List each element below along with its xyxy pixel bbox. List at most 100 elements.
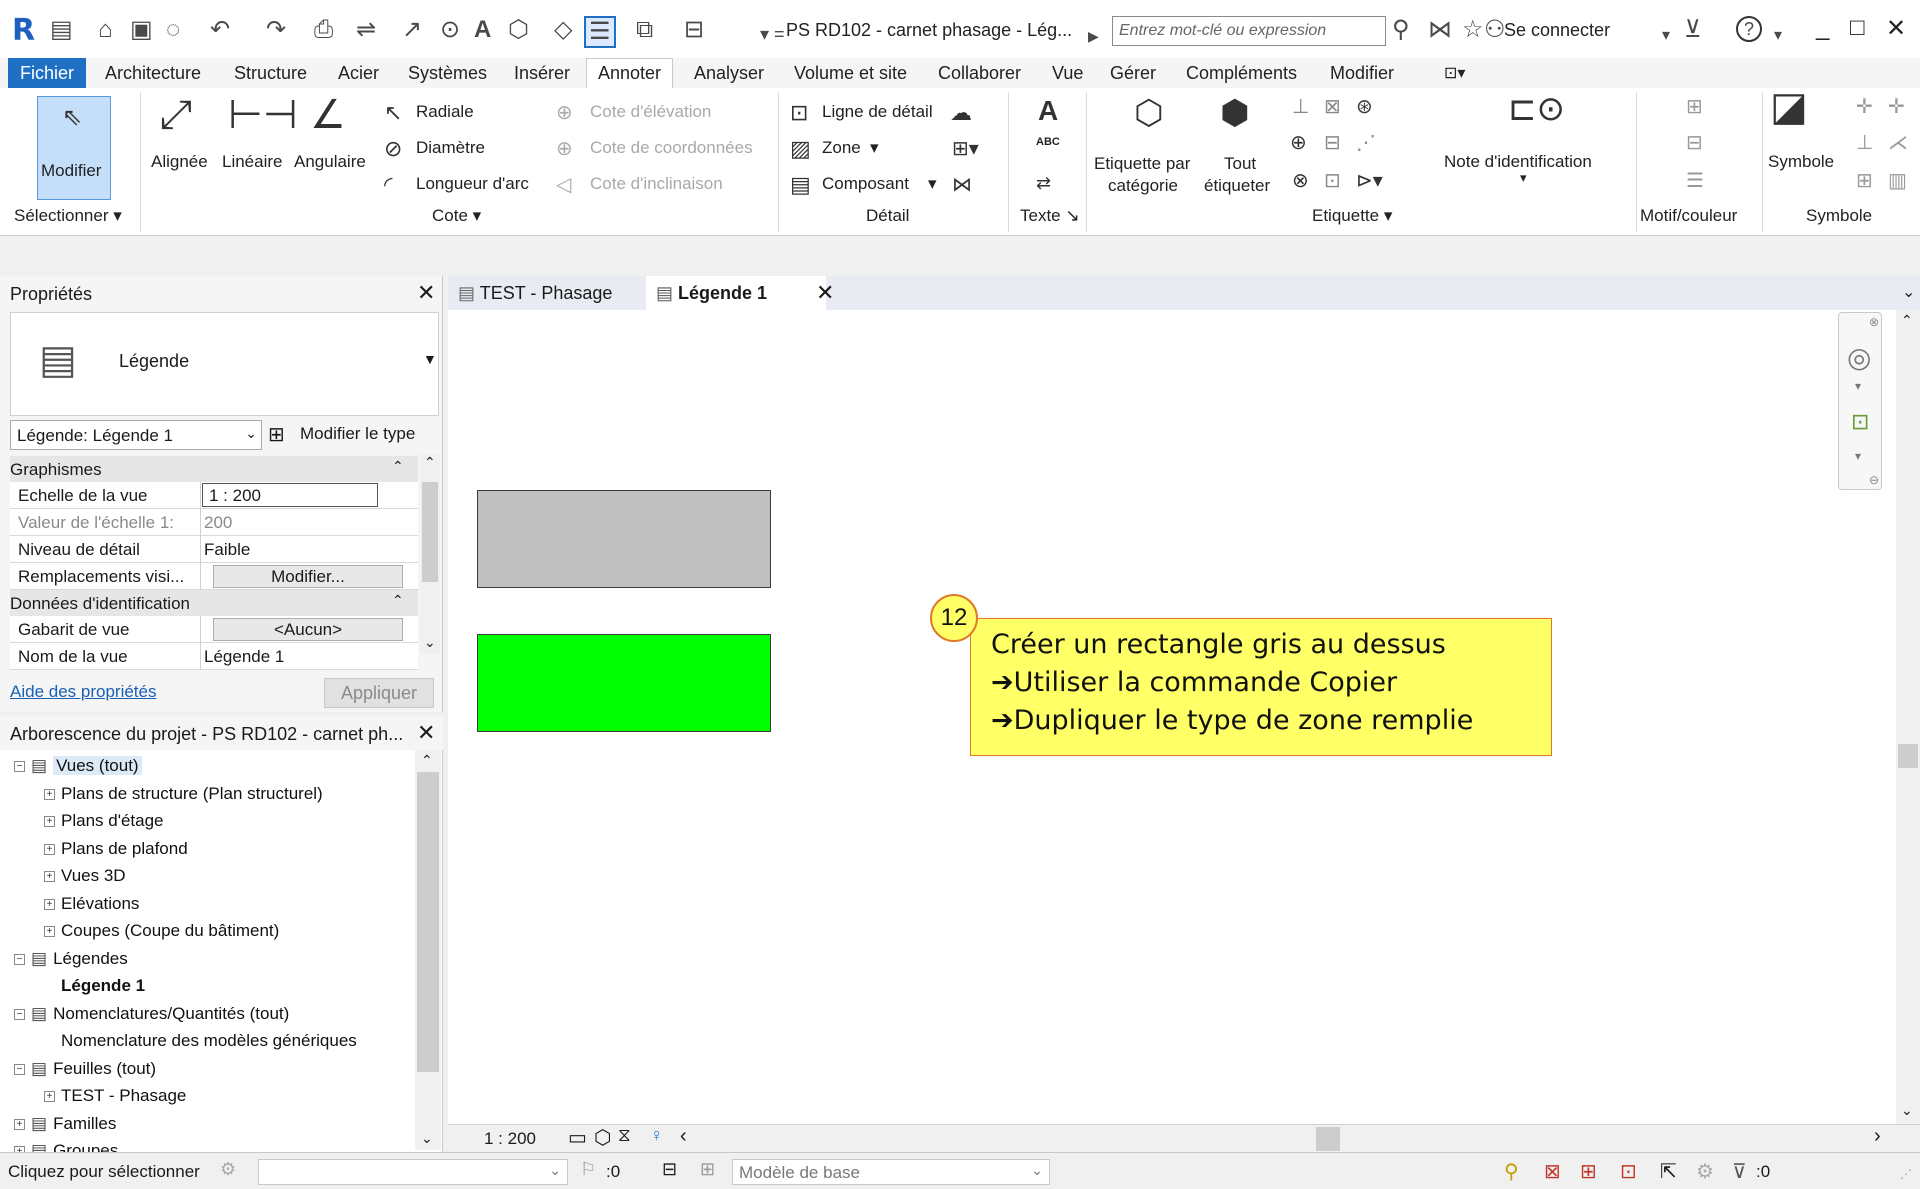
view-scale-input[interactable]: 1 : 200	[202, 483, 378, 507]
scroll-down-icon[interactable]: ⌄	[421, 1130, 433, 1147]
chevron-down-icon[interactable]: ▾	[1855, 449, 1861, 463]
section-icon[interactable]: ◇	[554, 16, 572, 44]
open-icon[interactable]: ⌂	[98, 16, 113, 44]
horizontal-scrollbar-thumb[interactable]	[1316, 1127, 1340, 1151]
tab-collaborer[interactable]: Collaborer	[930, 61, 1029, 86]
expand-icon[interactable]: +	[44, 926, 55, 938]
canvas-vertical-scrollbar[interactable]: ⌃ ⌄	[1896, 310, 1920, 1124]
undo-icon[interactable]: ↶	[210, 16, 230, 44]
main-model-icon[interactable]: ⊞	[700, 1159, 715, 1180]
scroll-down-icon[interactable]: ⌄	[424, 634, 436, 651]
expand-icon[interactable]: +	[14, 1118, 25, 1130]
scroll-up-icon[interactable]: ⌃	[424, 454, 436, 471]
space-tag-icon[interactable]: ⊗	[1292, 168, 1309, 194]
tab-vue[interactable]: Vue	[1044, 61, 1091, 86]
tag-by-category-label-1[interactable]: Etiquette par	[1094, 154, 1190, 174]
tab-complements[interactable]: Compléments	[1178, 61, 1305, 86]
tag-all-icon[interactable]: ⬢	[1220, 96, 1250, 130]
tag-all-label-2[interactable]: étiqueter	[1204, 176, 1270, 196]
resize-grip-icon[interactable]: ⋰	[1900, 1167, 1912, 1181]
tree-item[interactable]: Nomenclature des modèles génériques	[44, 1031, 357, 1051]
spot-slope-icon[interactable]: ◁	[556, 172, 571, 198]
aligned-dimension-icon[interactable]: ⤢	[160, 95, 192, 135]
workset-selector[interactable]: ⌄	[258, 1159, 568, 1185]
tab-volume-et-site[interactable]: Volume et site	[786, 61, 915, 86]
text-icon[interactable]: A	[474, 16, 491, 44]
arc-length-icon[interactable]: ◜	[384, 172, 393, 198]
editable-only-icon[interactable]: ⚐	[580, 1159, 596, 1180]
spot-slope-button[interactable]: Cote d'inclinaison	[590, 174, 723, 194]
scroll-down-icon[interactable]: ⌄	[1901, 1102, 1913, 1119]
beam-tag-icon[interactable]: ⊥	[1292, 94, 1309, 120]
component-button[interactable]: Composant	[822, 174, 909, 194]
communication-icon[interactable]: ⋈	[1428, 16, 1452, 44]
path-reinforcement-icon[interactable]: ⊞	[1856, 168, 1873, 194]
collapse-icon[interactable]: −	[14, 761, 25, 773]
expand-icon[interactable]: +	[44, 898, 55, 910]
symbol-icon[interactable]: ◪	[1770, 87, 1808, 127]
expand-icon[interactable]: +	[44, 843, 55, 855]
favorites-icon[interactable]: ☆	[1462, 16, 1484, 44]
expand-icon[interactable]: +	[44, 871, 55, 883]
select-underlay-icon[interactable]: ⊠	[1544, 1159, 1561, 1184]
help-icon[interactable]: ?	[1736, 16, 1762, 42]
zoom-icon[interactable]: ⊡	[1851, 409, 1869, 435]
tree-item[interactable]: + ▤ Familles	[14, 1114, 116, 1134]
measure-icon[interactable]: ⇌	[356, 16, 376, 44]
view-template-button[interactable]: <Aucun>	[213, 618, 403, 641]
browser-scrollbar[interactable]: ⌃ ⌄	[415, 750, 441, 1150]
view-tab-test-phasage[interactable]: ▤ TEST - Phasage	[448, 276, 622, 310]
collapse-icon[interactable]: −	[14, 1008, 25, 1020]
tab-modifier[interactable]: Modifier	[1322, 61, 1402, 86]
green-filled-region[interactable]	[477, 634, 771, 732]
select-pinned-icon[interactable]: ⊞	[1580, 1159, 1597, 1184]
stair-path-icon[interactable]: ⊥	[1856, 130, 1873, 156]
detail-line-icon[interactable]: ⊡	[790, 100, 808, 126]
customize-icon[interactable]: ▾ =	[760, 20, 785, 48]
find-replace-icon[interactable]: ⇄	[1036, 170, 1051, 196]
navigation-bar[interactable]: ⊗ ◎ ▾ ⊡ ▾ ⊖	[1838, 312, 1882, 490]
type-selector-preview[interactable]: ▤ Légende ▼	[10, 312, 439, 416]
scrollbar-thumb[interactable]	[422, 482, 438, 582]
dimension-panel-title[interactable]: Cote ▾	[432, 206, 481, 226]
spot-coordinate-button[interactable]: Cote de coordonnées	[590, 138, 753, 158]
sign-in-button[interactable]: Se connecter	[1504, 20, 1610, 41]
binoculars-icon[interactable]: ⚲	[1392, 16, 1410, 44]
3d-view-icon[interactable]: ⬡	[508, 16, 529, 44]
span-direction-icon[interactable]: ✛	[1856, 94, 1873, 120]
chevron-down-icon[interactable]: ▾	[1662, 22, 1670, 50]
aligned-button[interactable]: Alignée	[151, 152, 208, 172]
close-tab-icon[interactable]: ✕	[816, 280, 834, 306]
properties-help-link[interactable]: Aide des propriétés	[10, 682, 156, 702]
tree-item[interactable]: + Plans de structure (Plan structurel)	[44, 784, 323, 804]
tree-item[interactable]: − ▤ Nomenclatures/Quantités (tout)	[14, 1004, 289, 1024]
radial-button[interactable]: Radiale	[416, 102, 474, 122]
revit-logo-icon[interactable]: R	[12, 13, 40, 48]
sync-icon[interactable]: ◌	[166, 16, 180, 44]
select-links-icon[interactable]: ⚲	[1504, 1159, 1519, 1184]
collapse-icon[interactable]: −	[14, 1063, 25, 1075]
symbol-button[interactable]: Symbole	[1768, 152, 1834, 172]
visual-style-icon[interactable]: ⬡	[594, 1125, 611, 1150]
text-tool-icon[interactable]: A	[1038, 97, 1058, 125]
scroll-up-icon[interactable]: ⌃	[421, 752, 433, 769]
multi-category-icon[interactable]: ⊕	[1290, 130, 1307, 156]
collapse-icon[interactable]: ⌃	[392, 592, 404, 609]
linear-dimension-icon[interactable]: ⊢⊣	[228, 95, 298, 135]
room-tag-icon[interactable]: ⊛	[1356, 94, 1373, 120]
expand-arrow-icon[interactable]: ▶	[1088, 22, 1099, 50]
spot-elevation-icon[interactable]: ⊕	[556, 100, 573, 126]
design-option-selector[interactable]: Modèle de base ⌄	[732, 1159, 1050, 1185]
scrollbar-thumb[interactable]	[417, 772, 439, 1072]
vg-overrides-edit-button[interactable]: Modifier...	[213, 565, 403, 588]
scroll-up-icon[interactable]: ⌃	[1901, 312, 1913, 329]
minimize-icon[interactable]: _	[1816, 14, 1829, 42]
tag-panel-title[interactable]: Etiquette ▾	[1312, 206, 1392, 226]
angular-dimension-icon[interactable]: ∠	[310, 95, 346, 135]
collapse-icon[interactable]: −	[14, 953, 25, 965]
maximize-icon[interactable]: □	[1850, 14, 1865, 42]
close-hidden-icon[interactable]: ⧉	[636, 16, 653, 44]
property-row[interactable]: Remplacements visi... Modifier...	[10, 563, 418, 590]
spot-coordinate-icon[interactable]: ⊕	[556, 136, 573, 162]
property-value[interactable]: Légende 1	[204, 647, 284, 667]
